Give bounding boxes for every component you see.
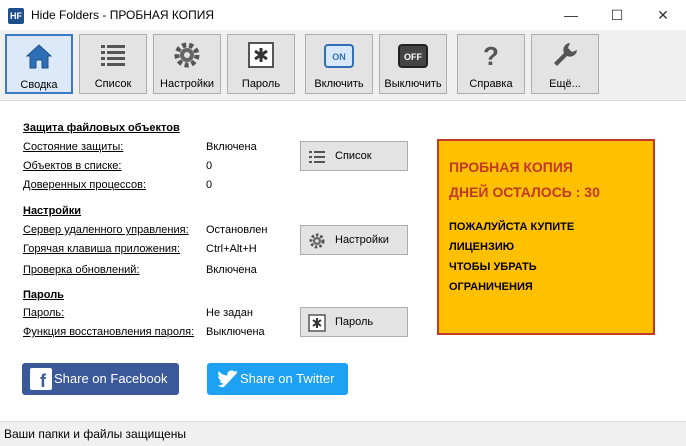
- protection-state-value: Включена: [206, 141, 257, 153]
- trusted-processes-label[interactable]: Доверенных процессов:: [23, 179, 146, 191]
- toolbar-button-password[interactable]: Пароль: [227, 34, 295, 94]
- update-check-label[interactable]: Проверка обновлений:: [23, 264, 139, 276]
- status-bar: Ваши папки и файлы защищены: [0, 421, 686, 446]
- window-title: Hide Folders - ПРОБНАЯ КОПИЯ: [31, 8, 215, 22]
- off-icon-text: OFF: [404, 52, 422, 62]
- list-button[interactable]: Список: [300, 141, 408, 171]
- trial-message-line: ЛИЦЕНЗИЮ: [449, 241, 515, 253]
- toolbar-button-label: Сводка: [20, 79, 58, 91]
- close-button[interactable]: ✕: [640, 0, 686, 30]
- toolbar-button-more[interactable]: Ещё...: [531, 34, 599, 94]
- gear-icon: [309, 233, 325, 249]
- protection-heading: Защита файловых объектов: [23, 122, 180, 134]
- share-twitter-button[interactable]: Share on Twitter: [207, 363, 348, 395]
- on-icon-text: ON: [332, 52, 346, 62]
- list-icon: [309, 151, 325, 163]
- trial-message-line: ПОЖАЛУЙСТА КУПИТЕ: [449, 221, 575, 233]
- minimize-button[interactable]: —: [548, 0, 594, 30]
- password-recovery-label[interactable]: Функция восстановления пароля:: [23, 326, 194, 338]
- toolbar-button-enable[interactable]: ON Включить: [305, 34, 373, 94]
- toolbar-button-help[interactable]: ? Справка: [457, 34, 525, 94]
- password-recovery-value: Выключена: [206, 326, 265, 338]
- password-heading: Пароль: [23, 289, 64, 301]
- password-icon: [248, 42, 274, 68]
- app-icon: HF: [8, 8, 24, 24]
- toolbar-button-label: Настройки: [160, 78, 214, 90]
- objects-count-value: 0: [206, 160, 213, 172]
- protection-state-label[interactable]: Состояние защиты:: [23, 141, 123, 153]
- list-button-label: Список: [335, 150, 372, 162]
- toolbar-button-summary[interactable]: Сводка: [5, 34, 73, 94]
- objects-count-label[interactable]: Объектов в списке:: [23, 160, 121, 172]
- home-icon: [25, 44, 53, 69]
- facebook-icon-glyph: f: [40, 371, 47, 390]
- toolbar-button-disable[interactable]: OFF Выключить: [379, 34, 447, 94]
- password-label[interactable]: Пароль:: [23, 307, 64, 319]
- gear-icon: [174, 42, 200, 68]
- settings-button-label: Настройки: [335, 234, 389, 246]
- toolbar-button-label: Включить: [314, 78, 364, 90]
- trial-message-line: ЧТОБЫ УБРАТЬ: [449, 261, 537, 273]
- toolbar-button-list[interactable]: Список: [79, 34, 147, 94]
- trusted-processes-value: 0: [206, 179, 213, 191]
- toolbar-button-label: Пароль: [241, 78, 281, 90]
- remote-server-label[interactable]: Сервер удаленного управления:: [23, 224, 189, 236]
- toolbar-button-settings[interactable]: Настройки: [153, 34, 221, 94]
- wrench-icon: [554, 43, 577, 66]
- list-icon: [101, 45, 125, 66]
- password-button-label: Пароль: [335, 316, 374, 328]
- hotkey-label[interactable]: Горячая клавиша приложения:: [23, 243, 180, 255]
- on-icon: ON: [324, 44, 354, 68]
- maximize-button[interactable]: ☐: [594, 0, 640, 30]
- help-icon: ?: [483, 41, 499, 70]
- toolbar-button-label: Список: [94, 78, 132, 90]
- toolbar-button-label: Выключить: [384, 78, 442, 90]
- settings-button[interactable]: Настройки: [300, 225, 408, 255]
- password-value: Не задан: [206, 307, 253, 319]
- settings-heading: Настройки: [23, 205, 82, 217]
- hotkey-value: Ctrl+Alt+H: [206, 243, 257, 255]
- trial-banner: ПРОБНАЯ КОПИЯ ДНЕЙ ОСТАЛОСЬ : 30 ПОЖАЛУЙ…: [437, 139, 655, 335]
- toolbar-button-label: Справка: [469, 78, 513, 90]
- toolbar: Сводка Список Настройки Пароль ON Включи…: [0, 30, 686, 101]
- share-facebook-label: Share on Facebook: [54, 371, 168, 386]
- password-icon: [308, 314, 326, 332]
- update-check-value: Включена: [206, 264, 257, 276]
- help-icon-text: ?: [483, 41, 499, 70]
- status-text: Ваши папки и файлы защищены: [4, 427, 186, 441]
- remote-server-value: Остановлен: [206, 224, 268, 236]
- share-twitter-label: Share on Twitter: [240, 371, 335, 386]
- password-button[interactable]: Пароль: [300, 307, 408, 337]
- title-bar: HF Hide Folders - ПРОБНАЯ КОПИЯ — ☐ ✕: [0, 0, 686, 30]
- share-facebook-button[interactable]: f Share on Facebook: [22, 363, 179, 395]
- trial-days-left: ДНЕЙ ОСТАЛОСЬ : 30: [449, 184, 600, 200]
- off-icon: OFF: [398, 44, 428, 68]
- trial-message-line: ОГРАНИЧЕНИЯ: [449, 281, 533, 293]
- facebook-icon: f: [30, 368, 52, 390]
- toolbar-button-label: Ещё...: [549, 78, 581, 90]
- trial-title: ПРОБНАЯ КОПИЯ: [449, 159, 573, 175]
- twitter-icon: [217, 370, 238, 388]
